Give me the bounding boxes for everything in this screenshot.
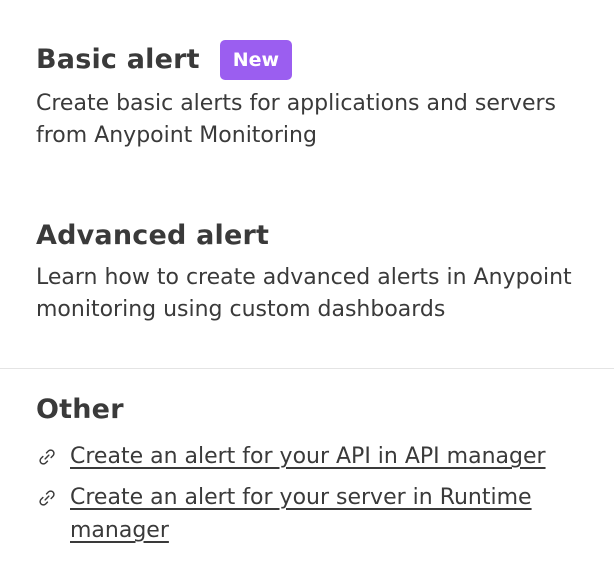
basic-alert-description: Create basic alerts for applications and… — [36, 91, 556, 148]
basic-alert-header: Basic alert New — [36, 40, 594, 80]
advanced-alert-title: Advanced alert — [36, 220, 270, 251]
runtime-manager-alert-link[interactable]: Create an alert for your server in Runti… — [70, 481, 550, 547]
section-divider — [0, 368, 614, 369]
other-title: Other — [36, 394, 124, 425]
basic-alert-section[interactable]: Basic alert New Create basic alerts for … — [36, 40, 594, 152]
runtime-manager-link-row[interactable]: Create an alert for your server in Runti… — [36, 481, 594, 547]
other-header: Other — [36, 392, 594, 428]
advanced-alert-description: Learn how to create advanced alerts in A… — [36, 265, 572, 322]
api-manager-alert-link[interactable]: Create an alert for your API in API mana… — [70, 440, 550, 473]
link-icon — [39, 449, 55, 465]
link-icon — [39, 490, 55, 506]
other-section: Other Create an alert for your API in AP… — [36, 392, 594, 547]
new-badge: New — [219, 40, 293, 80]
basic-alert-title: Basic alert — [36, 44, 200, 75]
api-manager-link-row[interactable]: Create an alert for your API in API mana… — [36, 440, 594, 473]
advanced-alert-section[interactable]: Advanced alert Learn how to create advan… — [36, 218, 594, 326]
advanced-alert-header: Advanced alert — [36, 218, 594, 254]
